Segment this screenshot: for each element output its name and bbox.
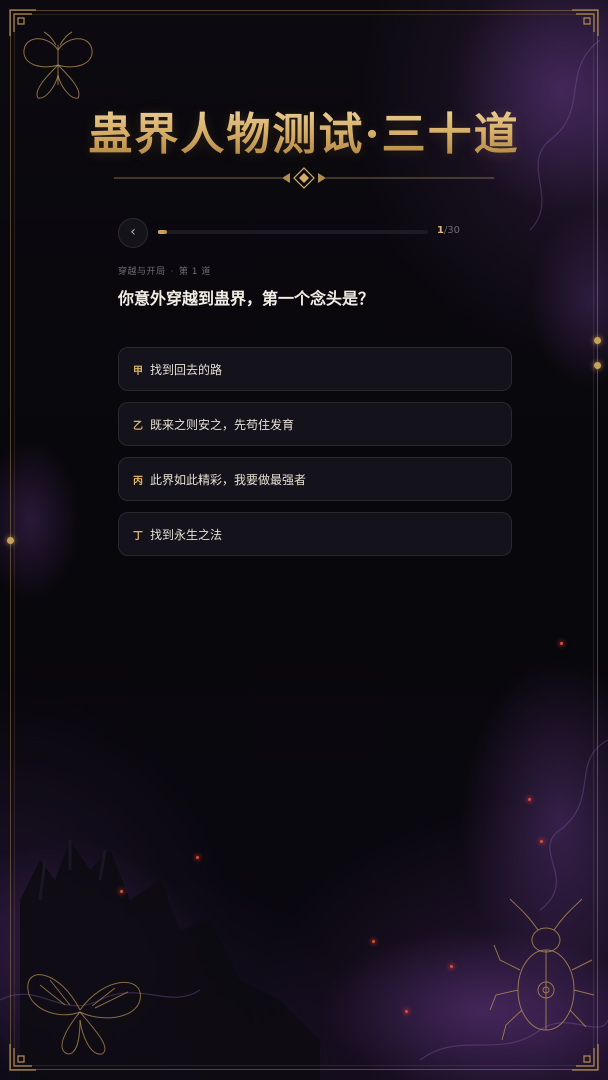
ember-particle xyxy=(372,940,375,943)
option-d[interactable]: 丁 找到永生之法 xyxy=(118,512,512,556)
ember-particle xyxy=(560,642,563,645)
chevron-left-icon: ‹ xyxy=(130,224,136,240)
section-label: 穿越与开局 xyxy=(118,267,166,277)
back-button[interactable]: ‹ xyxy=(118,218,148,248)
ember-particle xyxy=(196,856,199,859)
option-badge: 甲 xyxy=(133,365,143,377)
ember-particle xyxy=(405,1010,408,1013)
title-divider-ornament-icon xyxy=(114,167,494,189)
progress-fill xyxy=(158,230,167,234)
meta-separator: · xyxy=(170,267,174,277)
question-number: 第 1 道 xyxy=(178,267,211,277)
option-c[interactable]: 丙 此界如此精彩，我要做最强者 xyxy=(118,457,512,501)
corner-ornament-icon xyxy=(572,9,599,36)
option-badge: 乙 xyxy=(133,420,143,432)
option-label: 找到回去的路 xyxy=(150,362,223,377)
corner-ornament-icon xyxy=(572,1044,599,1071)
options-list: 甲 找到回去的路 乙 既来之则安之，先苟住发育 丙 此界如此精彩，我要做最强者 … xyxy=(118,347,512,567)
counter-current: 1 xyxy=(436,225,444,236)
ember-particle xyxy=(450,965,453,968)
ember-particle xyxy=(528,798,531,801)
option-badge: 丙 xyxy=(133,475,143,487)
ember-particle xyxy=(540,840,543,843)
page-title: 蛊界人物测试·三十道 xyxy=(0,98,608,162)
option-b[interactable]: 乙 既来之则安之，先苟住发育 xyxy=(118,402,512,446)
moth-illustration-icon xyxy=(23,31,93,99)
progress-bar xyxy=(158,230,428,234)
question-counter: 1/30 xyxy=(437,225,460,236)
option-label: 既来之则安之，先苟住发育 xyxy=(150,417,295,432)
option-a[interactable]: 甲 找到回去的路 xyxy=(118,347,512,391)
counter-total: /30 xyxy=(443,225,460,236)
question-text: 你意外穿越到蛊界，第一个念头是？ xyxy=(118,289,375,308)
quiz-nav-bar: ‹ 1/30 xyxy=(118,218,464,248)
butterfly-illustration-icon xyxy=(27,974,141,1055)
frame-gem-icon xyxy=(7,537,14,544)
beetle-illustration-icon xyxy=(489,898,595,1041)
option-label: 此界如此精彩，我要做最强者 xyxy=(150,472,307,487)
ember-particle xyxy=(120,890,123,893)
frame-gem-icon xyxy=(594,362,601,369)
frame-gem-icon xyxy=(594,337,601,344)
option-badge: 丁 xyxy=(133,530,143,542)
option-label: 找到永生之法 xyxy=(150,527,223,542)
question-meta: 穿越与开局 · 第 1 道 xyxy=(118,264,211,277)
